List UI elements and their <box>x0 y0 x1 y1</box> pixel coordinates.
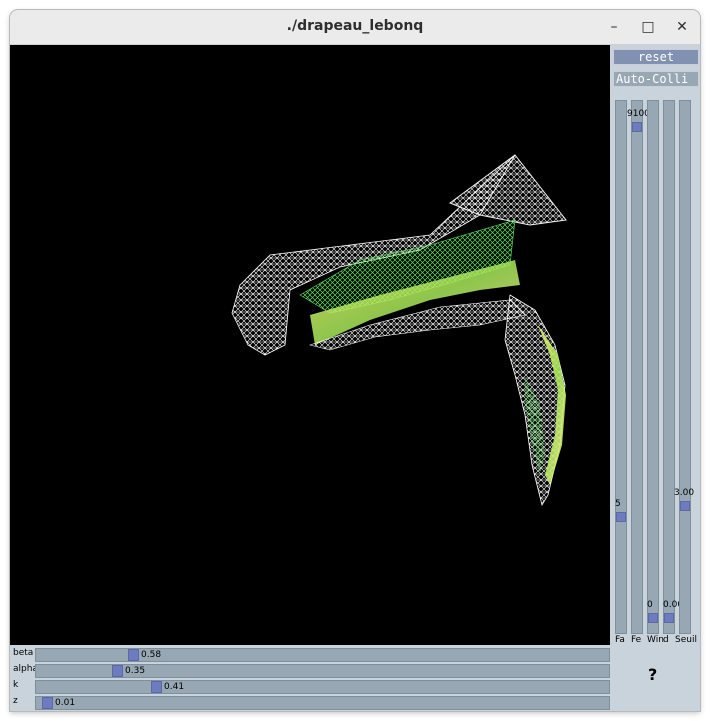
slider-seuil-label: Seuil <box>675 635 697 645</box>
slider-win-track[interactable] <box>647 100 659 634</box>
app-window: ./drapeau_lebonq – □ ✕ reset Auto-Colli … <box>10 10 700 711</box>
slider-fa-track[interactable] <box>615 100 627 634</box>
gl-viewport[interactable] <box>10 45 610 645</box>
param-z-value: 0.01 <box>55 698 76 708</box>
slider-d-track[interactable] <box>663 100 675 634</box>
param-row-z: z 0.01 <box>10 695 610 710</box>
slider-fa-thumb[interactable] <box>616 512 626 522</box>
slider-fe-track[interactable] <box>631 100 643 634</box>
slider-seuil-track[interactable] <box>679 100 691 634</box>
param-z-thumb[interactable] <box>42 697 53 709</box>
slider-fa-label: Fa <box>615 635 625 645</box>
param-beta-label: beta <box>13 648 34 658</box>
maximize-icon: □ <box>641 19 655 35</box>
minimize-button[interactable]: – <box>602 16 626 38</box>
param-alpha-thumb[interactable] <box>112 665 123 677</box>
control-panel: reset Auto-Colli ? 5 Fa 9100 Fe 0 Win 0.00 d 3.0… <box>610 45 700 711</box>
flag-mesh-render <box>231 154 567 507</box>
window-title: ./drapeau_lebonq <box>286 18 424 34</box>
param-z-slider[interactable]: 0.01 <box>35 696 610 710</box>
slider-fe-label: Fe <box>631 635 642 645</box>
param-row-alpha: alpha 0.35 <box>10 663 610 678</box>
param-k-label: k <box>13 680 19 690</box>
slider-win-label: Win <box>647 635 664 645</box>
param-k-slider[interactable]: 0.41 <box>35 680 610 694</box>
reset-label: reset <box>637 50 675 64</box>
param-beta-value: 0.58 <box>141 650 162 660</box>
param-k-thumb[interactable] <box>151 681 162 693</box>
param-alpha-value: 0.35 <box>125 666 146 676</box>
help-button[interactable]: ? <box>648 665 657 684</box>
param-row-k: k 0.41 <box>10 679 610 694</box>
param-beta-thumb[interactable] <box>128 649 139 661</box>
param-k-value: 0.41 <box>164 682 185 692</box>
reset-button[interactable]: reset <box>613 49 699 65</box>
auto-colli-label: Auto-Colli <box>616 72 689 86</box>
slider-d-thumb[interactable] <box>664 613 674 623</box>
title-bar[interactable]: ./drapeau_lebonq – □ ✕ <box>10 10 700 45</box>
close-button[interactable]: ✕ <box>670 16 694 38</box>
param-beta-slider[interactable]: 0.58 <box>35 648 610 662</box>
close-icon: ✕ <box>676 19 688 35</box>
param-row-beta: beta 0.58 <box>10 647 610 662</box>
auto-colli-button[interactable]: Auto-Colli <box>613 71 699 87</box>
maximize-button[interactable]: □ <box>636 16 660 38</box>
slider-seuil-value: 3.00 <box>674 488 695 498</box>
slider-fe-thumb[interactable] <box>632 122 642 132</box>
param-alpha-slider[interactable]: 0.35 <box>35 664 610 678</box>
slider-win-thumb[interactable] <box>648 613 658 623</box>
param-z-label: z <box>13 696 18 706</box>
slider-d-label: d <box>663 635 669 645</box>
slider-fa-value: 5 <box>615 499 621 509</box>
slider-win-value: 0 <box>647 600 653 610</box>
minimize-icon: – <box>610 19 618 35</box>
slider-seuil-thumb[interactable] <box>680 501 690 511</box>
param-sliders: beta 0.58 alpha 0.35 k 0.41 z 0.01 <box>10 645 610 711</box>
